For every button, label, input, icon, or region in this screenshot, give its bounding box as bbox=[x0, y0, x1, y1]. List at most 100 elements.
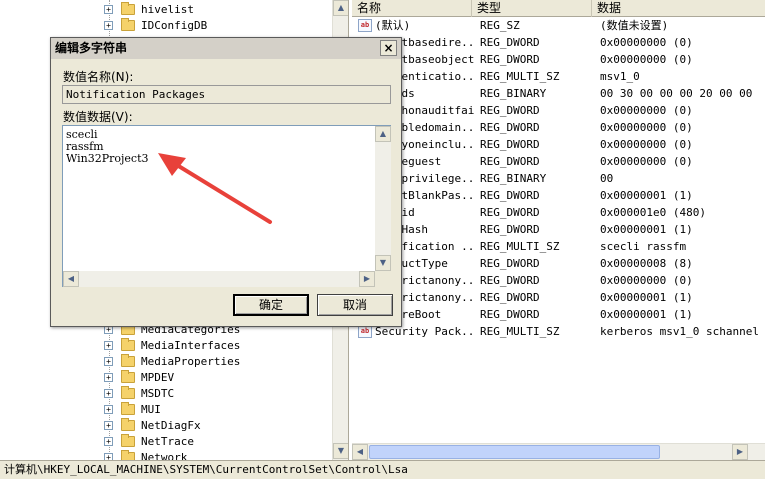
scroll-down-icon[interactable]: ▼ bbox=[375, 255, 391, 271]
values-list[interactable]: 名称 类型 数据 ab (默认) REG_SZ (数值未设置) auditbasedir… bbox=[352, 0, 765, 460]
value-type: REG_DWORD bbox=[480, 36, 540, 49]
list-row[interactable]: forceguest REG_DWORD 0x00000000 (0) bbox=[352, 153, 765, 170]
list-row[interactable]: auditbaseobjects REG_DWORD 0x00000000 (0) bbox=[352, 51, 765, 68]
list-row[interactable]: SecureBoot REG_DWORD 0x00000001 (1) bbox=[352, 306, 765, 323]
expand-icon[interactable]: + bbox=[104, 21, 113, 30]
value-data: 0x00000000 (0) bbox=[600, 53, 693, 66]
scroll-right-icon[interactable]: ▶ bbox=[359, 271, 375, 287]
list-row[interactable]: Notification ... REG_MULTI_SZ scecli rassf… bbox=[352, 238, 765, 255]
list-row[interactable]: LsaPidREG_DWORD0x000001e0 (480) bbox=[352, 204, 765, 221]
value-type: REG_DWORD bbox=[480, 223, 540, 236]
value-data: 00 30 00 00 00 20 00 00 bbox=[600, 87, 753, 100]
list-row[interactable]: ab Security Pack... REG_MULTI_SZ kerberos m… bbox=[352, 323, 765, 340]
list-row[interactable]: fullprivilege... REG_BINARY 00 bbox=[352, 170, 765, 187]
scroll-up-icon[interactable]: ▲ bbox=[375, 126, 391, 142]
value-data: 0x00000000 (0) bbox=[600, 121, 693, 134]
scroll-left-icon[interactable]: ◀ bbox=[63, 271, 79, 287]
list-row[interactable]: NoLMHashREG_DWORD0x00000001 (1) bbox=[352, 221, 765, 238]
list-row[interactable]: everyoneinclu... REG_DWORD 0x00000000 (0) bbox=[352, 136, 765, 153]
value-type: REG_DWORD bbox=[480, 291, 540, 304]
list-row[interactable]: ab (默认) REG_SZ (数值未设置) bbox=[352, 17, 765, 34]
value-data: 0x00000000 (0) bbox=[600, 138, 693, 151]
value-type: REG_DWORD bbox=[480, 53, 540, 66]
column-header-name[interactable]: 名称 bbox=[352, 0, 472, 17]
value-data: 0x000001e0 (480) bbox=[600, 206, 706, 219]
scrollbar-thumb[interactable] bbox=[369, 445, 660, 459]
ok-button[interactable]: 确定 bbox=[233, 294, 309, 316]
folder-icon bbox=[121, 418, 135, 431]
folder-icon bbox=[121, 338, 135, 351]
tree-item[interactable]: + NetDiagFx bbox=[0, 418, 330, 434]
value-type: REG_BINARY bbox=[480, 172, 547, 185]
list-row[interactable]: disabledomain... REG_DWORD 0x00000000 (0) bbox=[352, 119, 765, 136]
tree-item[interactable]: + hivelist bbox=[0, 2, 330, 18]
value-type: REG_DWORD bbox=[480, 257, 540, 270]
value-data-label: 数值数据(V): bbox=[63, 110, 133, 124]
tree-item[interactable]: + MPDEV bbox=[0, 370, 330, 386]
value-data: msv1_0 bbox=[600, 70, 640, 83]
folder-icon bbox=[121, 402, 135, 415]
expand-icon[interactable]: + bbox=[104, 373, 113, 382]
tree-item[interactable]: + MUI bbox=[0, 402, 330, 418]
value-data: 00 bbox=[600, 172, 614, 185]
list-row[interactable]: BoundsREG_BINARY00 30 00 00 00 20 00 00 bbox=[352, 85, 765, 102]
value-data: 0x00000001 (1) bbox=[600, 223, 693, 236]
value-name: (默认) bbox=[375, 19, 411, 32]
value-data-line: Win32Project3 bbox=[66, 152, 149, 165]
list-row[interactable]: LimitBlankPas... REG_DWORD 0x00000001 (1) bbox=[352, 187, 765, 204]
expand-icon[interactable]: + bbox=[104, 5, 113, 14]
status-bar: 计算机\HKEY_LOCAL_MACHINE\SYSTEM\CurrentCon… bbox=[0, 460, 765, 479]
expand-icon[interactable]: + bbox=[104, 389, 113, 398]
tree-item[interactable]: + IDConfigDB bbox=[0, 18, 330, 34]
expand-icon[interactable]: + bbox=[104, 437, 113, 446]
list-horizontal-scrollbar[interactable]: ◀ ▶ bbox=[352, 443, 765, 460]
dialog-title: 编辑多字符串 bbox=[51, 38, 401, 59]
tree-item[interactable]: + MSDTC bbox=[0, 386, 330, 402]
expand-icon[interactable]: + bbox=[104, 405, 113, 414]
scroll-up-icon[interactable]: ▲ bbox=[333, 0, 348, 16]
expand-icon[interactable]: + bbox=[104, 453, 113, 460]
regedit-window: + hivelist + IDConfigDB + MediaCategories + Med… bbox=[0, 0, 765, 479]
value-data: 0x00000000 (0) bbox=[600, 36, 693, 49]
list-row[interactable]: Authenticatio... REG_MULTI_SZ msv1_0 bbox=[352, 68, 765, 85]
value-data: 0x00000001 (1) bbox=[600, 291, 693, 304]
close-icon[interactable]: × bbox=[380, 40, 397, 56]
tree-item-label: MediaInterfaces bbox=[141, 339, 241, 352]
column-header-type[interactable]: 类型 bbox=[472, 0, 592, 17]
value-type: REG_DWORD bbox=[480, 189, 540, 202]
value-data-textarea[interactable]: scecli rassfm Win32Project3 ▲ ▼ ◀ ▶ bbox=[62, 125, 391, 287]
tree-item-label: hivelist bbox=[141, 3, 194, 16]
textarea-vertical-scrollbar[interactable]: ▲ ▼ bbox=[375, 126, 391, 271]
list-row[interactable]: auditbasedire... REG_DWORD 0x00000000 (0) bbox=[352, 34, 765, 51]
folder-icon bbox=[121, 354, 135, 367]
scroll-down-icon[interactable]: ▼ bbox=[333, 443, 348, 459]
scroll-left-icon[interactable]: ◀ bbox=[352, 444, 368, 460]
tree-item-label: IDConfigDB bbox=[141, 19, 208, 32]
textarea-horizontal-scrollbar[interactable]: ◀ ▶ bbox=[63, 271, 375, 287]
value-type: REG_DWORD bbox=[480, 104, 540, 117]
cancel-button[interactable]: 取消 bbox=[317, 294, 393, 316]
list-header: 名称 类型 数据 bbox=[352, 0, 765, 17]
list-row[interactable]: crashonauditfail REG_DWORD 0x00000000 (0) bbox=[352, 102, 765, 119]
list-row[interactable]: ProductType REG_DWORD 0x00000008 (8) bbox=[352, 255, 765, 272]
tree-item-label: MediaProperties bbox=[141, 355, 241, 368]
expand-icon[interactable]: + bbox=[104, 341, 113, 350]
column-header-data[interactable]: 数据 bbox=[592, 0, 765, 17]
tree-item[interactable]: + MediaProperties bbox=[0, 354, 330, 370]
expand-icon[interactable]: + bbox=[104, 421, 113, 430]
value-data: 0x00000001 (1) bbox=[600, 308, 693, 321]
tree-item[interactable]: + MediaInterfaces bbox=[0, 338, 330, 354]
value-name-field: Notification Packages bbox=[62, 85, 391, 104]
list-row[interactable]: restrictanony... REG_DWORD 0x00000000 (0) bbox=[352, 272, 765, 289]
tree-item-label: NetDiagFx bbox=[141, 419, 201, 432]
scroll-right-icon[interactable]: ▶ bbox=[732, 444, 748, 460]
value-type: REG_BINARY bbox=[480, 87, 547, 100]
value-type: REG_MULTI_SZ bbox=[480, 70, 560, 83]
value-data: scecli rassfm bbox=[600, 240, 687, 253]
expand-icon[interactable]: + bbox=[104, 357, 113, 366]
tree-item[interactable]: + Network bbox=[0, 450, 330, 460]
tree-item[interactable]: + NetTrace bbox=[0, 434, 330, 450]
value-type: REG_DWORD bbox=[480, 308, 540, 321]
list-row[interactable]: restrictanony... REG_DWORD 0x00000001 (1) bbox=[352, 289, 765, 306]
value-type: REG_DWORD bbox=[480, 121, 540, 134]
